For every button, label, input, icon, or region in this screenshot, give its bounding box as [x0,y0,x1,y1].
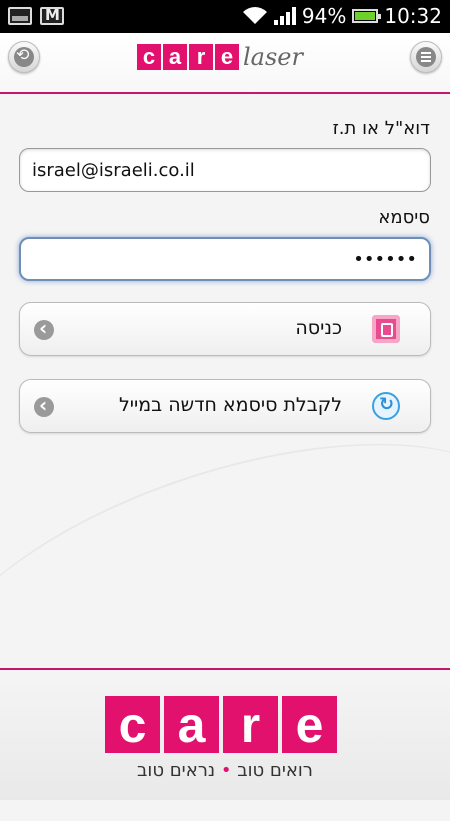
login-button-label: כניסה [295,317,342,339]
gmail-notification-icon [40,6,64,25]
app-header: c a r e laser [0,33,450,93]
footer-logo-letter: a [164,696,219,753]
battery-icon [352,9,382,23]
email-input[interactable] [32,149,418,191]
footer-logo-letter: r [223,696,278,753]
footer-logo-letter: c [105,696,160,753]
footer-care-logo: c a r e [105,696,337,753]
status-bar: 94% 10:32 [0,0,450,33]
tagline-part2: נראים טוב [137,760,216,781]
logo-letter: e [215,44,239,70]
chevron-left-icon [34,393,54,417]
signal-icon [273,6,296,26]
recover-password-label: לקבלת סיסמא חדשה במייל [118,394,342,416]
header-divider [0,92,450,94]
care-laser-logo: c a r e laser [137,43,303,71]
notification-icons [8,6,64,25]
password-label: סיסמא [378,207,430,228]
footer-tagline: רואים טוב • נראים טוב [0,760,450,781]
login-door-icon [372,315,400,343]
battery-percent: 94% [301,4,347,28]
clock: 10:32 [384,4,442,28]
chevron-left-icon [34,316,54,340]
logo-letter: a [163,44,187,70]
tagline-part1: רואים טוב [237,760,313,781]
email-label: דוא"ל או ת.ז [332,118,430,139]
refresh-icon [372,392,400,420]
password-input[interactable] [33,239,417,279]
logo-letter: r [189,44,213,70]
footer-logo-letter: e [282,696,337,753]
logo-letter: c [137,44,161,70]
recover-password-button[interactable]: לקבלת סיסמא חדשה במייל [19,379,431,433]
wifi-icon [242,7,267,24]
footer-divider [0,668,450,670]
tagline-dot: • [220,760,232,781]
system-status: 94% 10:32 [242,4,442,28]
email-field[interactable] [19,148,431,192]
logo-suffix: laser [243,43,303,71]
password-field[interactable] [19,237,431,281]
back-button[interactable] [8,41,40,73]
login-button[interactable]: כניסה [19,302,431,356]
gallery-notification-icon [8,7,32,25]
menu-button[interactable] [410,41,442,73]
menu-icon [416,47,436,67]
back-icon [14,45,34,67]
